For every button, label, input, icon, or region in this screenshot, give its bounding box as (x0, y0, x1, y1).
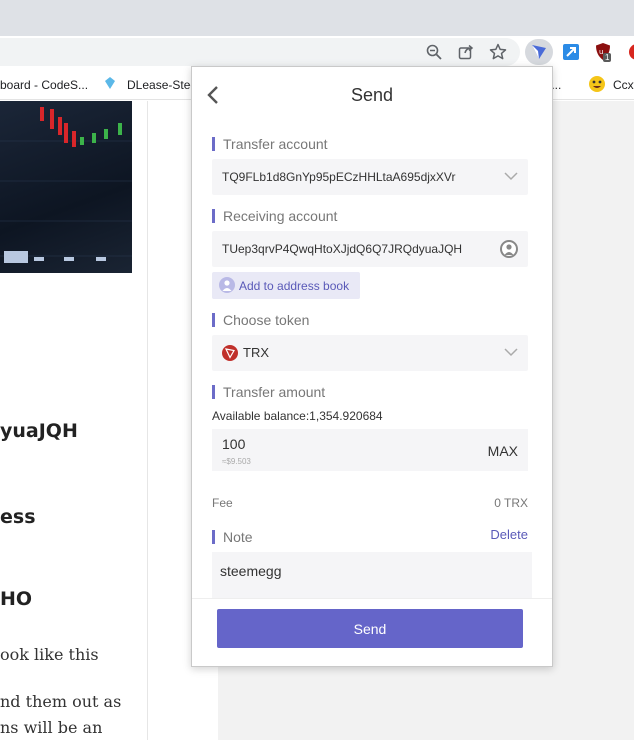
bookmark-star-icon[interactable] (488, 42, 508, 62)
background-heading-1: yuaJQH (0, 420, 78, 442)
transfer-account-select[interactable]: TQ9FLb1d8GnYp95pECzHHLtaA695djxXVr (212, 159, 528, 195)
selected-token: TRX (243, 345, 269, 360)
receiving-account-address: TUep3qrvP4QwqHtoXJjdQ6Q7JRQdyuaJQH (222, 242, 463, 256)
transfer-account-label: Transfer account (212, 137, 328, 151)
send-button[interactable]: Send (217, 609, 523, 648)
popup-footer: Send (192, 598, 552, 666)
amount-value: 100 (222, 436, 246, 452)
bookmark-item-dlease[interactable]: DLease-Stee (127, 78, 197, 92)
extension-red-icon[interactable] (624, 42, 634, 62)
choose-token-label: Choose token (212, 313, 309, 327)
bookmark-item-codes[interactable]: board - CodeS... (0, 78, 88, 92)
external-link-extension-icon[interactable] (561, 42, 581, 62)
note-label: Note (212, 530, 253, 544)
crystal-icon (104, 76, 116, 93)
transfer-amount-label: Transfer amount (212, 385, 325, 399)
transfer-account-address: TQ9FLb1d8GnYp95pECzHHLtaA695djxXVr (222, 170, 456, 184)
zoom-out-icon[interactable] (424, 42, 444, 62)
candlestick-chart-image (0, 101, 132, 273)
receiving-account-label: Receiving account (212, 209, 337, 223)
address-book-contact-icon[interactable] (500, 240, 518, 258)
background-paragraph-3: ns will be an (0, 718, 103, 737)
browser-tab-strip (0, 0, 634, 36)
max-button[interactable]: MAX (488, 443, 518, 459)
chevron-down-icon (504, 172, 518, 181)
bookmark-item-ccxt[interactable]: Ccxt (613, 78, 634, 92)
amount-usd-estimate: ≈$9.503 (222, 457, 251, 466)
ublock-shield-icon[interactable]: u 1 (593, 42, 613, 62)
note-value: steemegg (220, 563, 282, 579)
background-heading-3: HO (0, 588, 33, 610)
token-select[interactable]: TRX (212, 335, 528, 371)
chevron-down-icon (504, 348, 518, 357)
fee-label: Fee (212, 496, 233, 510)
background-paragraph-1: ook like this (0, 645, 99, 664)
fee-value: 0 TRX (494, 496, 528, 510)
popup-title: Send (350, 85, 394, 105)
share-icon[interactable] (456, 42, 476, 62)
background-paragraph-2: nd them out as (0, 692, 122, 711)
trx-token-icon (222, 345, 238, 361)
delete-note-button[interactable]: Delete (490, 527, 528, 542)
add-to-address-book-button[interactable]: Add to address book (212, 272, 360, 299)
tronlink-icon[interactable] (529, 42, 549, 62)
extension-badge-count: 1 (603, 53, 612, 62)
receiving-account-input[interactable]: TUep3qrvP4QwqHtoXJjdQ6Q7JRQdyuaJQH (212, 231, 528, 267)
background-heading-2: ess (0, 506, 36, 528)
popup-header: Send (192, 67, 552, 123)
column-divider (147, 101, 148, 740)
person-icon (219, 277, 235, 293)
send-popup: Send Transfer account TQ9FLb1d8GnYp95pEC… (191, 66, 553, 667)
add-to-address-book-label: Add to address book (239, 279, 350, 293)
note-textarea[interactable]: steemegg (212, 552, 532, 598)
emoji-face-icon (588, 75, 606, 96)
amount-input[interactable]: 100 ≈$9.503 MAX (212, 429, 528, 471)
available-balance: Available balance:1,354.920684 (212, 409, 383, 423)
